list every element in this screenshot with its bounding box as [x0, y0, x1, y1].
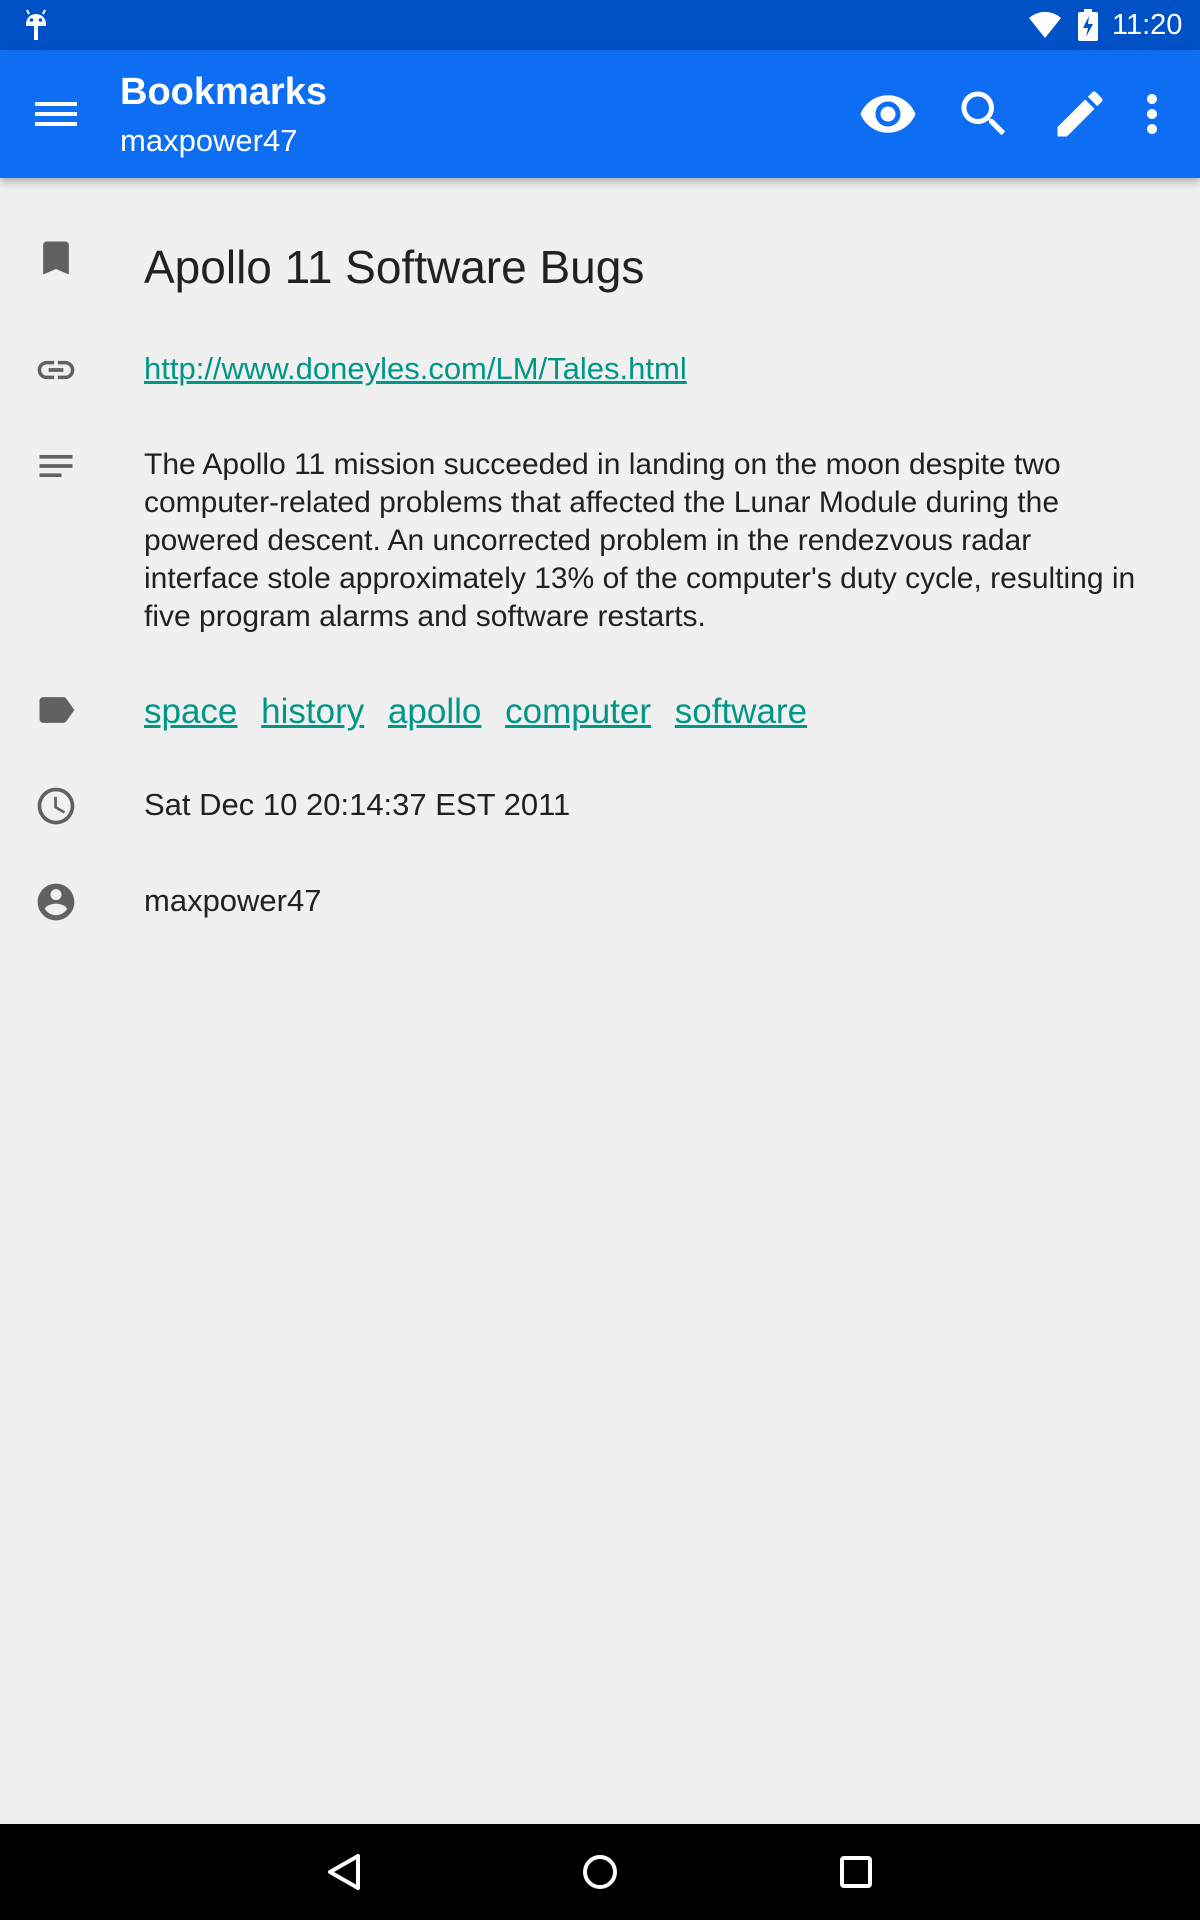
eye-icon — [860, 95, 916, 133]
bookmark-title: Apollo 11 Software Bugs — [144, 241, 645, 293]
recents-button[interactable] — [826, 1842, 886, 1902]
home-button[interactable] — [570, 1842, 630, 1902]
page-title: Bookmarks — [120, 71, 327, 113]
status-bar: 11:20 — [0, 0, 1200, 50]
menu-icon — [35, 102, 77, 126]
overflow-menu-button[interactable] — [1122, 84, 1182, 144]
back-icon — [328, 1854, 360, 1890]
app-bar: Bookmarks maxpower47 — [0, 50, 1200, 178]
search-button[interactable] — [954, 84, 1014, 144]
tag-link[interactable]: computer — [505, 692, 651, 731]
system-nav-bar — [0, 1824, 1200, 1920]
menu-button[interactable] — [24, 86, 88, 142]
notes-icon — [39, 455, 73, 477]
account-circle-icon — [37, 883, 75, 921]
bookmark-description: The Apollo 11 mission succeeded in landi… — [144, 448, 1136, 633]
tag-link[interactable]: apollo — [388, 692, 481, 731]
link-icon — [37, 360, 75, 380]
edit-icon — [1057, 91, 1103, 137]
bookmark-url-link[interactable]: http://www.doneyles.com/LM/Tales.html — [144, 348, 1144, 390]
android-icon — [26, 9, 46, 40]
more-vert-icon — [1147, 94, 1157, 134]
recents-icon — [840, 1856, 872, 1888]
search-icon — [961, 91, 1006, 136]
tag-link[interactable]: space — [144, 692, 237, 731]
clock-icon — [37, 787, 75, 825]
page-subtitle: maxpower47 — [120, 123, 298, 158]
back-button[interactable] — [314, 1842, 374, 1902]
edit-button[interactable] — [1050, 84, 1110, 144]
bookmark-date: Sat Dec 10 20:14:37 EST 2011 — [144, 787, 571, 822]
bookmark-icon — [43, 241, 69, 275]
bookmark-owner: maxpower47 — [144, 883, 322, 918]
tag-list: space history apollo computer software — [144, 688, 1144, 736]
battery-charging-icon — [1078, 9, 1098, 41]
view-button[interactable] — [858, 84, 918, 144]
label-icon — [39, 697, 75, 723]
tag-link[interactable]: history — [261, 692, 364, 731]
wifi-icon — [1029, 11, 1061, 39]
home-icon — [583, 1855, 617, 1889]
tag-link[interactable]: software — [675, 692, 807, 731]
status-clock: 11:20 — [1112, 9, 1183, 41]
